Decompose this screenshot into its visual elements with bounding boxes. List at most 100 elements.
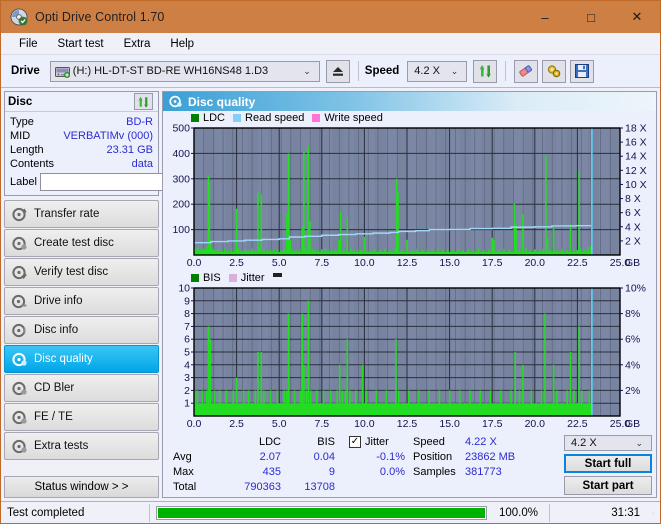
refresh-button[interactable] — [473, 59, 498, 83]
svg-text:12 X: 12 X — [625, 165, 647, 177]
svg-text:10.0: 10.0 — [354, 257, 375, 269]
stat-total-ldc: 790363 — [244, 480, 281, 493]
speed-select[interactable]: 4.2 X ⌄ — [407, 60, 468, 82]
status-message: Test completed — [7, 506, 85, 519]
svg-text:0.0: 0.0 — [187, 418, 202, 430]
sidebar-item-verify-test-disc[interactable]: Verify test disc — [4, 258, 159, 286]
bis-chart-legend: BIS Jitter — [163, 271, 656, 284]
disc-type-value: BD-R — [126, 116, 153, 128]
stat-header-bis: BIS — [317, 435, 335, 448]
legend-label-write-speed: Write speed — [324, 111, 383, 124]
disc-mid-label: MID — [10, 130, 31, 142]
sidebar-label: Transfer rate — [34, 208, 100, 220]
sidebar-item-drive-info[interactable]: Drive info — [4, 287, 159, 315]
menu-item-help[interactable]: Help — [160, 36, 204, 52]
chevron-down-icon[interactable]: ⌄ — [297, 66, 317, 77]
sidebar-item-transfer-rate[interactable]: Transfer rate — [4, 200, 159, 228]
stat-row-labels: Avg Max Total — [173, 434, 219, 495]
svg-text:6: 6 — [184, 334, 190, 346]
legend-marker-dash — [272, 273, 282, 277]
disc-refresh-button[interactable] — [134, 93, 153, 110]
refresh-icon — [479, 65, 491, 78]
disc-length-label: Length — [10, 144, 44, 156]
save-button[interactable] — [570, 59, 595, 83]
svg-text:18 X: 18 X — [625, 124, 647, 135]
chevron-down-icon[interactable]: ⌄ — [629, 438, 649, 449]
disc-properties: Type BD-R MID VERBATIMv (000) Length 23.… — [5, 112, 241, 195]
erase-button[interactable] — [514, 59, 539, 83]
menu-item-file[interactable]: File — [9, 36, 48, 52]
maximize-button[interactable]: □ — [568, 1, 614, 33]
svg-text:4%: 4% — [625, 359, 640, 371]
progress-fill — [158, 507, 485, 518]
menu-item-start-test[interactable]: Start test — [48, 36, 114, 52]
svg-text:16 X: 16 X — [625, 137, 647, 149]
title-bar: Opti Drive Control 1.70 – □ ✕ — [1, 1, 660, 33]
window-title: Opti Drive Control 1.70 — [35, 10, 165, 24]
disc-panel: Disc Type BD-R MID VERBATIMv (000) Lengt… — [4, 91, 241, 196]
progress-percent: 100.0% — [499, 506, 539, 519]
svg-text:9: 9 — [184, 295, 190, 307]
close-button[interactable]: ✕ — [614, 1, 660, 33]
settings-button[interactable] — [542, 59, 567, 83]
disc-panel-title: Disc — [8, 95, 33, 108]
sidebar-item-extra-tests[interactable]: Extra tests — [4, 432, 159, 460]
svg-text:10: 10 — [178, 284, 190, 295]
speed-value: 4.2 X — [414, 65, 440, 77]
ldc-chart-canvas[interactable]: 100 200 300 400 500 2 X 4 X 6 X 8 X 10 X 12 X 14 X 1… — [163, 124, 658, 271]
legend-label-jitter: Jitter — [240, 271, 265, 284]
drive-select[interactable]: (H:) HL-DT-ST BD-RE WH16NS48 1.D3 ⌄ — [49, 60, 320, 82]
page-title: Disc quality — [188, 94, 256, 109]
elapsed-time: 31:31 — [611, 506, 640, 519]
start-part-button[interactable]: Start part — [564, 476, 652, 495]
resize-grip[interactable] — [646, 502, 660, 523]
svg-text:2.5: 2.5 — [229, 418, 244, 430]
svg-text:12.5: 12.5 — [397, 257, 418, 269]
legend-swatch-bis — [191, 273, 199, 282]
stat-label-avg: Avg — [173, 450, 192, 463]
jitter-checkbox[interactable]: ✓ — [349, 435, 361, 448]
disc-mid-value: VERBATIMv (000) — [63, 130, 153, 142]
status-window-button[interactable]: Status window > > — [4, 476, 159, 498]
ldc-chart-legend: LDC Read speed Write speed — [163, 111, 656, 124]
eject-icon — [332, 66, 343, 76]
sidebar-label: FE / TE — [34, 411, 73, 423]
sidebar-label: Verify test disc — [34, 266, 109, 278]
sidebar-item-disc-quality[interactable]: Disc quality — [4, 345, 159, 373]
jitter-value-2: 0.0% — [379, 465, 405, 478]
window-controls: – □ ✕ — [522, 1, 660, 33]
status-bar: Test completed 100.0% 31:31 — [1, 501, 660, 523]
sidebar-item-fe-te[interactable]: FE / TE — [4, 403, 159, 431]
test-speed-value: 4.2 X — [571, 437, 597, 450]
minimize-button[interactable]: – — [522, 1, 568, 33]
bis-chart-canvas[interactable]: 12345678910 2% 4% 6% 8% 10% 0.0 2.5 5.0 7.5 10.0 12… — [163, 284, 658, 432]
app-icon — [10, 8, 28, 26]
disc-fete-icon — [12, 410, 27, 425]
sidebar-item-disc-info[interactable]: Disc info — [4, 316, 159, 344]
svg-text:15.0: 15.0 — [439, 257, 460, 269]
svg-text:4 X: 4 X — [625, 221, 641, 233]
disc-quality-icon — [12, 352, 27, 367]
disc-row-type: Type BD-R — [10, 115, 153, 129]
test-speed-select[interactable]: 4.2 X ⌄ — [564, 435, 652, 452]
nav-list: Transfer rate Create test disc Verify te… — [4, 200, 159, 461]
disc-length-value: 23.31 GB — [106, 144, 153, 156]
drive-value: (H:) HL-DT-ST BD-RE WH16NS48 1.D3 — [72, 65, 269, 77]
disc-label-row: Label — [10, 173, 241, 191]
svg-text:GB: GB — [625, 257, 640, 269]
chevron-down-icon[interactable]: ⌄ — [445, 66, 465, 77]
start-full-button[interactable]: Start full — [564, 454, 652, 474]
jitter-row: ✓ Jitter — [349, 434, 413, 449]
sidebar-item-cd-bler[interactable]: CD Bler — [4, 374, 159, 402]
svg-text:17.5: 17.5 — [482, 418, 503, 430]
meta-value-spacer — [465, 479, 525, 494]
samples-label: Samples — [413, 465, 456, 478]
jitter-value-1: -0.1% — [376, 450, 405, 463]
svg-text:GB: GB — [625, 418, 640, 430]
eject-button[interactable] — [325, 59, 350, 83]
stat-label-total: Total — [173, 480, 197, 493]
menu-item-extra[interactable]: Extra — [114, 36, 161, 52]
sidebar-label: Disc info — [34, 324, 79, 336]
legend-swatch-read-speed — [233, 113, 242, 122]
sidebar-item-create-test-disc[interactable]: Create test disc — [4, 229, 159, 257]
